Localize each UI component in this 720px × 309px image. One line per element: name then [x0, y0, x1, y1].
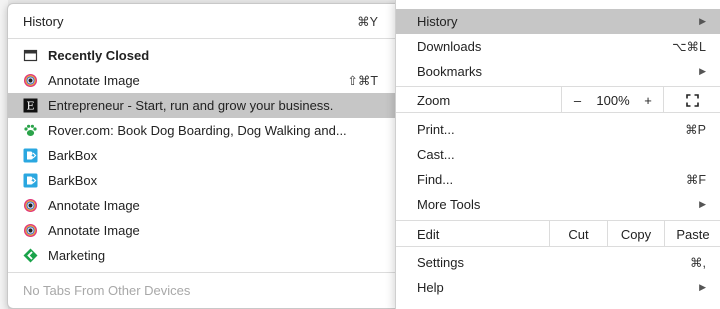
- history-item-barkbox[interactable]: BarkBox: [8, 143, 396, 168]
- separator: [8, 38, 396, 39]
- menu-item-help[interactable]: Help ▶: [396, 275, 720, 300]
- menu-item-bookmarks[interactable]: Bookmarks ▶: [396, 59, 720, 84]
- submenu-arrow-icon: ▶: [699, 282, 706, 292]
- history-item-label: Entrepreneur - Start, run and grow your …: [48, 98, 334, 113]
- barkbox-favicon-icon: [23, 148, 38, 163]
- history-title-item[interactable]: History ⌘Y: [8, 9, 396, 34]
- window-icon: [23, 48, 38, 63]
- find-shortcut: ⌘F: [685, 173, 706, 187]
- recently-closed-label: Recently Closed: [48, 48, 150, 63]
- annotate-image-favicon-icon: [23, 223, 38, 238]
- menu-item-downloads[interactable]: Downloads ⌥⌘L: [396, 34, 720, 59]
- zoom-in-button[interactable]: +: [633, 87, 663, 113]
- menu-item-label: History: [417, 14, 458, 29]
- submenu-arrow-icon: ▶: [699, 199, 706, 209]
- submenu-arrow-icon: ▶: [699, 66, 706, 76]
- separator: [8, 272, 396, 273]
- edit-label: Edit: [417, 226, 440, 242]
- other-devices-item: No Tabs From Other Devices: [8, 278, 396, 303]
- history-item-rover[interactable]: Rover.com: Book Dog Boarding, Dog Walkin…: [8, 118, 396, 143]
- menu-item-print[interactable]: Print... ⌘P: [396, 117, 720, 142]
- chrome-main-menu: History ▶ Downloads ⌥⌘L Bookmarks ▶ Zoom…: [395, 0, 720, 309]
- menu-item-label: Cast...: [417, 147, 455, 162]
- history-item-marketing[interactable]: Marketing: [8, 243, 396, 268]
- zoom-label: Zoom: [417, 92, 451, 108]
- fullscreen-icon: [686, 93, 699, 107]
- history-item-label: BarkBox: [48, 148, 98, 163]
- history-submenu: History ⌘Y Recently Closed Annotate Imag…: [7, 3, 397, 309]
- entrepreneur-favicon-icon: E: [23, 98, 38, 113]
- history-item-annotate-image[interactable]: Annotate Image ⇧⌘T: [8, 68, 396, 93]
- downloads-shortcut: ⌥⌘L: [672, 40, 706, 54]
- history-title-label: History: [23, 14, 64, 29]
- menu-item-label: Help: [417, 280, 444, 295]
- annotate-image-favicon-icon: [23, 73, 38, 88]
- menu-item-label: Settings: [417, 255, 464, 270]
- history-shortcut: ⌘Y: [357, 15, 378, 29]
- paste-button[interactable]: Paste: [664, 221, 720, 247]
- other-devices-label: No Tabs From Other Devices: [23, 283, 191, 298]
- edit-row: Edit Cut Copy Paste: [396, 220, 720, 247]
- zoom-row: Zoom – 100% +: [396, 86, 720, 113]
- cut-button[interactable]: Cut: [549, 221, 607, 247]
- menu-item-label: Print...: [417, 122, 455, 137]
- history-item-barkbox[interactable]: BarkBox: [8, 168, 396, 193]
- menu-item-label: Find...: [417, 172, 454, 187]
- history-item-label: Annotate Image: [48, 223, 140, 238]
- history-item-label: Annotate Image: [48, 198, 140, 213]
- history-item-label: Rover.com: Book Dog Boarding, Dog Walkin…: [48, 123, 347, 138]
- svg-text:E: E: [26, 100, 34, 113]
- history-item-entrepreneur[interactable]: E Entrepreneur - Start, run and grow you…: [8, 93, 396, 118]
- zoom-level: 100%: [596, 92, 630, 108]
- history-item-annotate-image[interactable]: Annotate Image: [8, 218, 396, 243]
- annotate-image-favicon-icon: [23, 198, 38, 213]
- rover-paw-icon: [23, 123, 38, 138]
- zoom-out-button[interactable]: –: [561, 87, 593, 113]
- menu-item-label: Downloads: [417, 39, 482, 54]
- reopen-tab-shortcut: ⇧⌘T: [347, 74, 378, 88]
- recently-closed-header: Recently Closed: [8, 43, 396, 68]
- history-item-label: Marketing: [48, 248, 106, 263]
- menu-item-label: Bookmarks: [417, 64, 483, 79]
- menu-item-cast[interactable]: Cast...: [396, 142, 720, 167]
- menu-item-settings[interactable]: Settings ⌘,: [396, 250, 720, 275]
- print-shortcut: ⌘P: [685, 123, 706, 137]
- submenu-arrow-icon: ▶: [699, 16, 706, 26]
- menu-item-label: More Tools: [417, 197, 481, 212]
- copy-button[interactable]: Copy: [607, 221, 664, 247]
- settings-shortcut: ⌘,: [690, 256, 706, 270]
- marketing-favicon-icon: [23, 248, 38, 263]
- menu-item-find[interactable]: Find... ⌘F: [396, 167, 720, 192]
- history-item-label: Annotate Image: [48, 73, 140, 88]
- menu-item-more-tools[interactable]: More Tools ▶: [396, 192, 720, 217]
- barkbox-favicon-icon: [23, 173, 38, 188]
- history-item-label: BarkBox: [48, 173, 98, 188]
- fullscreen-button[interactable]: [663, 87, 720, 113]
- history-item-annotate-image[interactable]: Annotate Image: [8, 193, 396, 218]
- menu-item-history[interactable]: History ▶: [396, 9, 720, 34]
